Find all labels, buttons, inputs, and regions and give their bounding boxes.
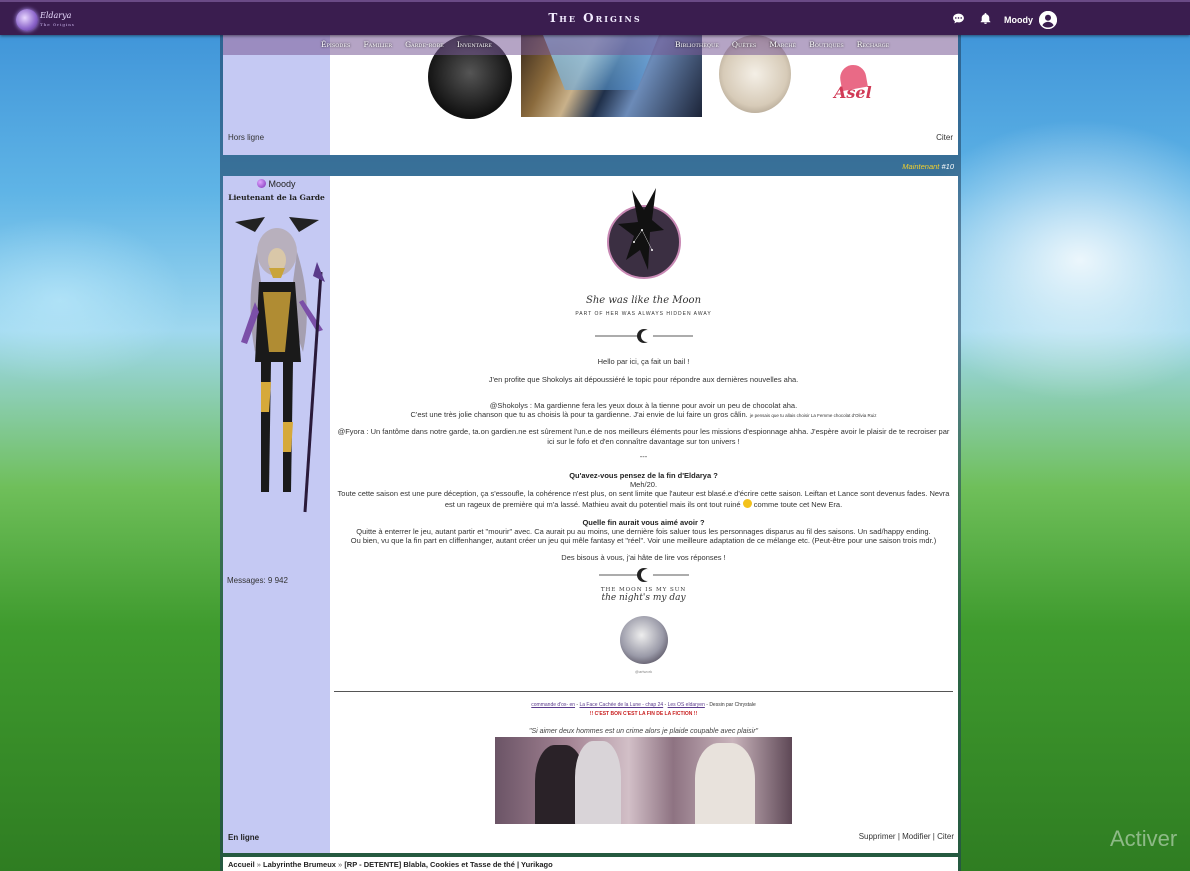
banner-line-1: She was like the Moon <box>585 295 702 306</box>
user-menu[interactable]: Moody <box>1004 11 1057 29</box>
user-name: Moody <box>1004 15 1033 25</box>
nav-boutiques[interactable]: Boutiques <box>809 40 844 49</box>
question-2-answer-2: Ou bien, vu que la fin part en cliffenha… <box>350 536 937 545</box>
crescent-divider-2-icon <box>599 568 689 582</box>
artwork-credit: @artwork <box>634 669 653 674</box>
breadcrumb-labyrinthe[interactable]: Labyrinthe Brumeux <box>263 860 336 869</box>
banner-line-2: part of her was always hidden away <box>575 311 712 317</box>
cite-post-link[interactable]: Citer <box>937 832 954 841</box>
post-actions: Supprimer | Modifier | Citer <box>858 832 954 841</box>
moon-line-2: the night's my day <box>601 593 686 603</box>
question-1-answer: Toute cette saison est une pure déceptio… <box>337 489 950 509</box>
reply-fyora: @Fyora : Un fantôme dans notre garde, ta… <box>337 427 950 446</box>
nav-inventaire[interactable]: Inventaire <box>457 40 492 49</box>
crescent-divider-icon <box>595 329 693 343</box>
nav-familier[interactable]: Familier <box>363 40 392 49</box>
delete-post-link[interactable]: Supprimer <box>859 832 896 841</box>
signature-links: commande d'ox- en - La Face Cachée de la… <box>531 702 756 708</box>
previous-post-status: Hors ligne <box>228 133 265 142</box>
post-number-link[interactable]: #10 <box>941 162 954 171</box>
post-content: She was like the Moon part of her was al… <box>333 176 954 826</box>
breadcrumb-accueil[interactable]: Accueil <box>228 860 255 869</box>
signature-artwork-image <box>495 737 792 824</box>
reply-shokolys-line2: C'est une très jolie chanson que tu as c… <box>410 410 877 419</box>
greeting-text: Hello par ici, ça fait un bail ! <box>597 357 690 366</box>
nav-quetes[interactable]: Quêtes <box>732 40 756 49</box>
link-face-cachee[interactable]: La Face Cachée de la Lune - chap 24 <box>579 702 663 708</box>
link-os-eldaryen[interactable]: Les OS eldaryen <box>668 702 705 708</box>
grimace-emoji-icon <box>742 498 752 508</box>
intro-text: J'en profite que Shokolys ait dépoussiér… <box>488 375 799 384</box>
author-online-status: En ligne <box>228 833 260 842</box>
bell-icon[interactable] <box>978 11 992 25</box>
link-commande[interactable]: commande d'ox- en <box>531 702 575 708</box>
purple-orb-icon <box>257 179 267 188</box>
end-notice: !! C'EST BON C'EST LA FIN DE LA FICTION … <box>589 711 698 717</box>
breadcrumb: Accueil » Labyrinthe Brumeux » [RP - DET… <box>228 860 553 869</box>
activation-watermark: Activer <box>1110 826 1178 851</box>
user-avatar-icon <box>1039 11 1057 29</box>
nav-episodes[interactable]: Épisodes <box>321 40 350 49</box>
signature-quote: "Si aimer deux hommes est un crime alors… <box>528 728 759 735</box>
farewell-text: Des bisous à vous, j'ai hâte de lire vos… <box>561 553 726 562</box>
signature-word: Asel <box>834 83 872 102</box>
forum-post: Moody Lieutenant de la Garde Messages: 9… <box>223 176 958 853</box>
nav-bibliotheque[interactable]: Bibliothèque <box>675 40 719 49</box>
top-bar: Eldarya The Origins The Origins Moody <box>0 0 1190 35</box>
edit-post-link[interactable]: Modifier <box>902 832 930 841</box>
breadcrumb-topic[interactable]: [RP - DETENTE] Blabla, Cookies et Tasse … <box>344 860 552 869</box>
main-nav: Épisodes Familier Garde-robe Inventaire … <box>223 35 958 55</box>
post-separator: Maintenant #10 <box>223 157 958 174</box>
author-avatar-image <box>235 217 325 513</box>
nav-garde-robe[interactable]: Garde-robe <box>405 40 444 49</box>
author-name[interactable]: Moody <box>223 179 330 189</box>
author-message-count: Messages: 9 942 <box>227 576 288 585</box>
signature-heart-logo: Asel <box>834 62 890 109</box>
post-author-sidebar: Moody Lieutenant de la Garde Messages: 9… <box>223 176 330 853</box>
post-time: Maintenant <box>902 162 940 171</box>
breadcrumb-bar: Accueil » Labyrinthe Brumeux » [RP - DET… <box>223 857 958 871</box>
nav-recharge[interactable]: Recharge <box>857 40 890 49</box>
previous-post-cite-link[interactable]: Citer <box>936 133 953 142</box>
post-timestamp: Maintenant #10 <box>902 162 954 171</box>
signature-portrait-moon <box>620 616 668 664</box>
chat-bubble-icon[interactable] <box>951 11 965 25</box>
dashes: --- <box>639 452 648 461</box>
author-rank: Lieutenant de la Garde <box>228 193 325 202</box>
signature-divider <box>334 691 953 692</box>
moon-dragon-emblem-image <box>607 188 681 279</box>
nav-marche[interactable]: Marché <box>769 40 796 49</box>
